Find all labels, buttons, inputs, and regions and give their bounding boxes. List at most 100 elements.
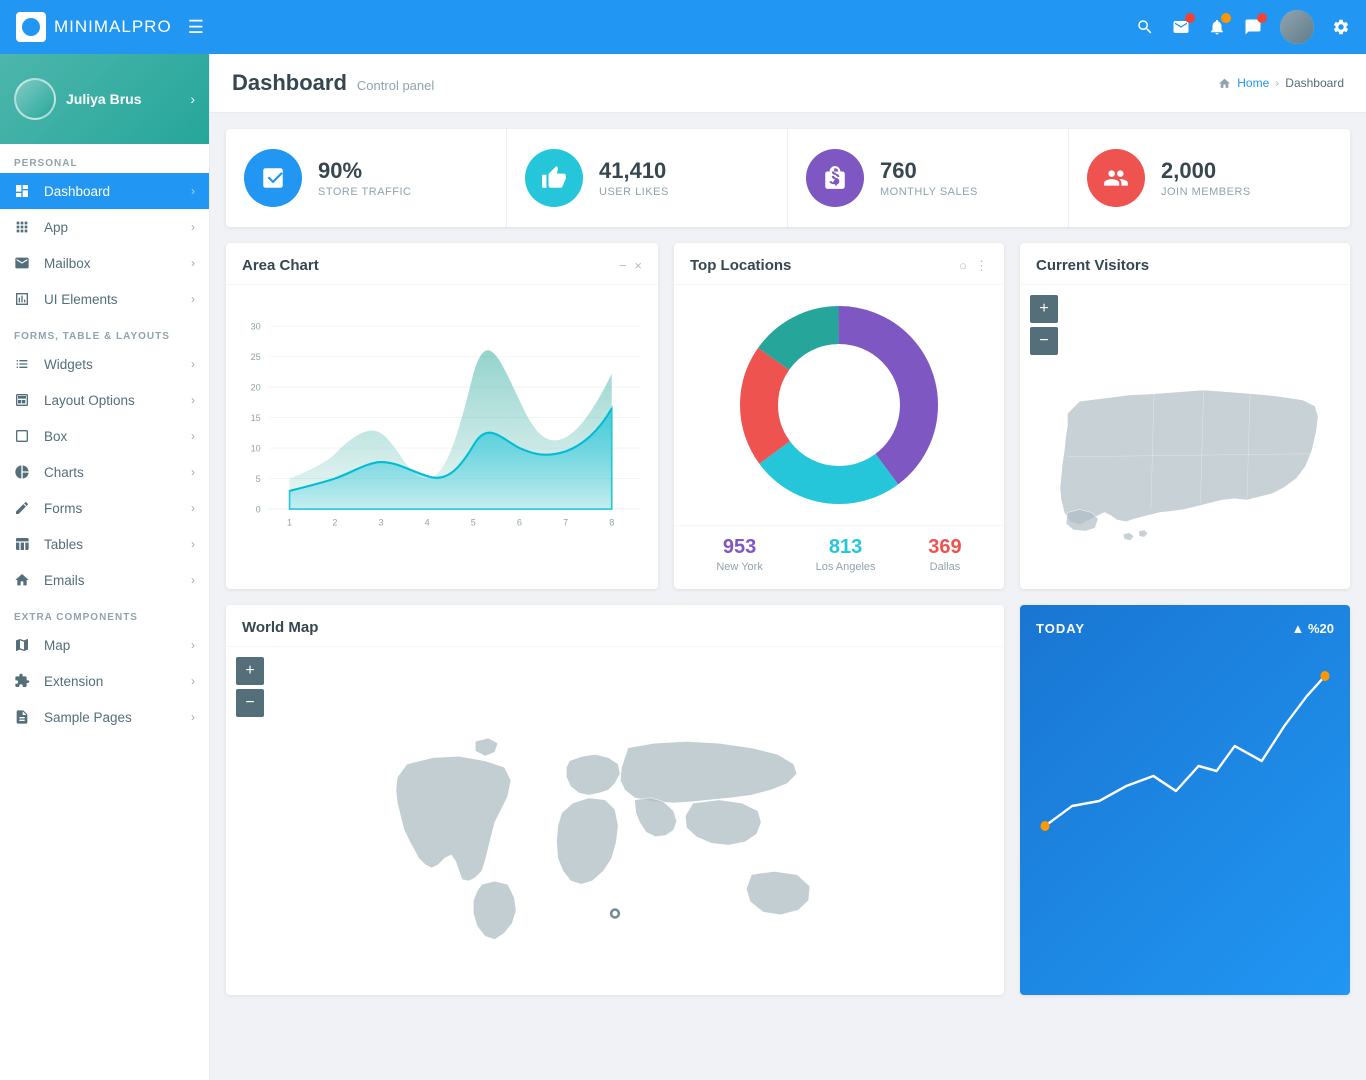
sidebar-item-arrow: › xyxy=(191,501,195,515)
sidebar-item-tables[interactable]: Tables › xyxy=(0,526,209,562)
stat-info: 90% STORE TRAFFIC xyxy=(318,158,412,198)
sidebar-item-extension[interactable]: Extension › xyxy=(0,663,209,699)
sidebar-item-app[interactable]: App › xyxy=(0,209,209,245)
more-options-button[interactable]: ⋮ xyxy=(975,258,988,274)
home-icon xyxy=(1218,77,1231,90)
notification-badge xyxy=(1221,13,1231,23)
sidebar-item-label: UI Elements xyxy=(44,292,181,307)
donut-chart xyxy=(729,295,949,515)
svg-text:6: 6 xyxy=(517,518,522,528)
content-grid-row1: Area Chart − × xyxy=(210,227,1366,605)
svg-text:4: 4 xyxy=(425,518,430,528)
sidebar-item-sample-pages[interactable]: Sample Pages › xyxy=(0,699,209,735)
page-header: Dashboard Control panel Home › Dashboard xyxy=(210,54,1366,113)
stat-value: 90% xyxy=(318,158,412,184)
app-icon xyxy=(14,219,34,235)
chat-button[interactable] xyxy=(1244,18,1262,36)
sidebar-item-arrow: › xyxy=(191,429,195,443)
topbar: MINIMALPRO ☰ xyxy=(0,0,1366,54)
sidebar-item-label: Sample Pages xyxy=(44,710,181,725)
today-change: ▲ %20 xyxy=(1292,621,1335,636)
sidebar-item-dashboard[interactable]: Dashboard › xyxy=(0,173,209,209)
newyork-value: 953 xyxy=(716,536,762,559)
world-map-header: World Map xyxy=(226,605,1004,647)
sidebar-item-label: Charts xyxy=(44,465,181,480)
sidebar-item-arrow: › xyxy=(191,393,195,407)
breadcrumb: Home › Dashboard xyxy=(1218,76,1344,90)
layout-icon xyxy=(14,392,34,408)
sidebar-user-profile[interactable]: Juliya Brus › xyxy=(0,54,209,144)
world-map-title: World Map xyxy=(242,619,318,636)
sidebar-item-label: Map xyxy=(44,638,181,653)
map-icon xyxy=(14,637,34,653)
dallas-label: Dallas xyxy=(928,561,961,573)
mail-button[interactable] xyxy=(1172,18,1190,36)
sidebar-item-mailbox[interactable]: Mailbox › xyxy=(0,245,209,281)
monthly-sales-icon-circle xyxy=(806,149,864,207)
topbar-icons xyxy=(1136,10,1350,44)
svg-text:10: 10 xyxy=(251,443,261,453)
brand-title: MINIMALPRO xyxy=(54,17,172,37)
sidebar-item-emails[interactable]: Emails › xyxy=(0,562,209,598)
sidebar-item-ui-elements[interactable]: UI Elements › xyxy=(0,281,209,317)
mail-icon xyxy=(14,255,34,271)
circle-icon: ○ xyxy=(959,258,967,273)
sidebar-item-widgets[interactable]: Widgets › xyxy=(0,346,209,382)
world-zoom-out-button[interactable]: − xyxy=(236,689,264,717)
close-button[interactable]: × xyxy=(634,258,642,273)
sidebar-item-label: Widgets xyxy=(44,357,181,372)
brand: MINIMALPRO ☰ xyxy=(16,12,221,42)
top-locations-actions: ○ ⋮ xyxy=(959,258,988,274)
top-locations-card: Top Locations ○ ⋮ xyxy=(674,243,1004,589)
page-subtitle: Control panel xyxy=(357,78,434,93)
top-locations-header: Top Locations ○ ⋮ xyxy=(674,243,1004,285)
menu-toggle-icon[interactable]: ☰ xyxy=(188,17,204,38)
sidebar-username: Juliya Brus xyxy=(66,91,180,107)
sidebar-item-box[interactable]: Box › xyxy=(0,418,209,454)
sidebar-item-label: Extension xyxy=(44,674,181,689)
current-visitors-title: Current Visitors xyxy=(1036,257,1149,274)
newyork-label: New York xyxy=(716,561,762,573)
donut-stat-losangeles: 813 Los Angeles xyxy=(816,536,876,573)
map-zoom-in-button[interactable]: + xyxy=(1030,295,1058,323)
charts-icon xyxy=(14,464,34,480)
sidebar-item-charts[interactable]: Charts › xyxy=(0,454,209,490)
stat-info: 41,410 USER LIKES xyxy=(599,158,669,198)
box-icon xyxy=(14,428,34,444)
svg-text:8: 8 xyxy=(609,518,614,528)
sidebar-item-label: Forms xyxy=(44,501,181,516)
notification-button[interactable] xyxy=(1208,18,1226,36)
stat-label: JOIN MEMBERS xyxy=(1161,186,1251,198)
world-map-controls: + − xyxy=(236,657,994,717)
today-label: TODAY xyxy=(1036,621,1085,636)
ui-elements-icon xyxy=(14,291,34,307)
today-line-chart xyxy=(1036,646,1334,866)
sidebar: Juliya Brus › PERSONAL Dashboard › App ›… xyxy=(0,54,210,1080)
svg-text:3: 3 xyxy=(379,518,384,528)
sidebar-item-layout[interactable]: Layout Options › xyxy=(0,382,209,418)
minimize-button[interactable]: − xyxy=(619,258,627,273)
stat-card-join-members: 2,000 JOIN MEMBERS xyxy=(1069,129,1350,227)
sidebar-item-arrow: › xyxy=(191,573,195,587)
user-avatar[interactable] xyxy=(1280,10,1314,44)
user-likes-icon-circle xyxy=(525,149,583,207)
donut-stats: 953 New York 813 Los Angeles 369 Dallas xyxy=(674,525,1004,589)
stat-value: 41,410 xyxy=(599,158,669,184)
content-grid-row2: World Map + − xyxy=(210,605,1366,1011)
sidebar-item-arrow: › xyxy=(191,710,195,724)
section-label-forms: FORMS, TABLE & LAYOUTS xyxy=(0,317,209,346)
settings-button[interactable] xyxy=(1332,18,1350,36)
svg-text:5: 5 xyxy=(256,474,261,484)
breadcrumb-home[interactable]: Home xyxy=(1237,76,1269,90)
stat-card-user-likes: 41,410 USER LIKES xyxy=(507,129,788,227)
sidebar-item-forms[interactable]: Forms › xyxy=(0,490,209,526)
svg-text:30: 30 xyxy=(251,321,261,331)
sidebar-avatar xyxy=(14,78,56,120)
world-zoom-in-button[interactable]: + xyxy=(236,657,264,685)
stat-label: USER LIKES xyxy=(599,186,669,198)
chat-badge xyxy=(1257,13,1267,23)
search-button[interactable] xyxy=(1136,18,1154,36)
sidebar-item-map[interactable]: Map › xyxy=(0,627,209,663)
mail-badge xyxy=(1185,13,1195,23)
map-zoom-out-button[interactable]: − xyxy=(1030,327,1058,355)
